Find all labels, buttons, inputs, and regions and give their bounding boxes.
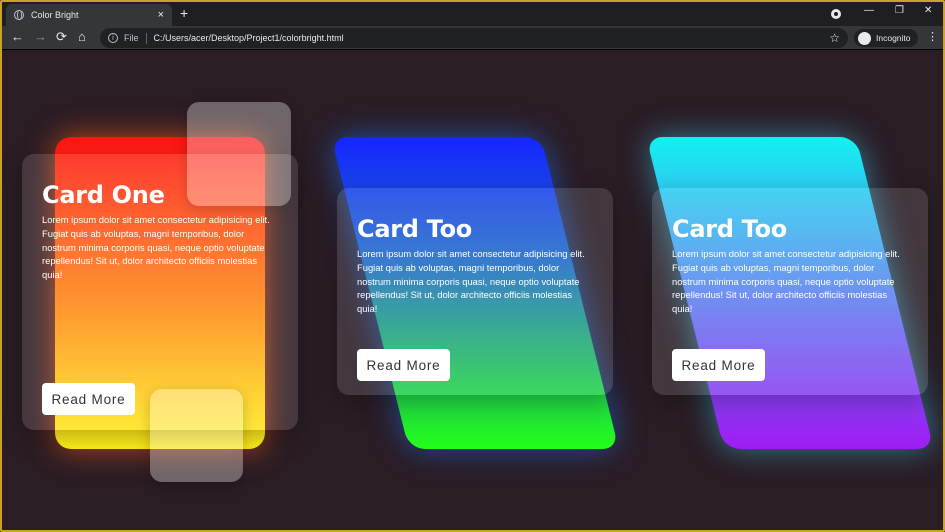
restore-icon[interactable]: ❐ [895, 5, 904, 16]
card-body: Lorem ipsum dolor sit amet consectetur a… [672, 248, 900, 315]
tab-close-icon[interactable]: × [158, 9, 164, 21]
tab-title: Color Bright [31, 10, 79, 20]
glass-square-bottom [150, 389, 243, 482]
menu-dots-icon[interactable]: ⋮ [927, 31, 938, 43]
reload-icon[interactable]: ⟳ [56, 30, 67, 44]
card-title: Card Too [672, 215, 787, 243]
incognito-label: Incognito [876, 33, 911, 43]
home-icon[interactable]: ⌂ [78, 30, 86, 44]
browser-toolbar: ← → ⟳ ⌂ i File C:/Users/acer/Desktop/Pro… [2, 26, 943, 50]
url-divider [145, 32, 147, 44]
card-title: Card Too [357, 215, 472, 243]
read-more-button[interactable]: Read More [42, 383, 135, 415]
forward-arrow-icon[interactable]: → [34, 30, 47, 44]
address-bar[interactable]: i File C:/Users/acer/Desktop/Project1/co… [100, 28, 848, 48]
back-arrow-icon[interactable]: ← [11, 30, 24, 44]
incognito-badge[interactable]: Incognito [854, 29, 918, 47]
url-scheme: File [124, 33, 139, 43]
browser-window: Color Bright × + — ❐ ✕ ← → ⟳ ⌂ i File C:… [0, 0, 945, 532]
card-body: Lorem ipsum dolor sit amet consectetur a… [357, 248, 585, 315]
minimize-icon[interactable]: — [864, 5, 874, 16]
url-text[interactable]: C:/Users/acer/Desktop/Project1/colorbrig… [154, 33, 830, 43]
close-window-icon[interactable]: ✕ [924, 5, 932, 16]
tab-strip: Color Bright × + — ❐ ✕ [2, 2, 943, 26]
media-record-icon[interactable] [831, 9, 841, 19]
info-icon[interactable]: i [108, 33, 118, 43]
tab-color-bright[interactable]: Color Bright × [6, 4, 172, 26]
incognito-icon [858, 31, 871, 45]
new-tab-button[interactable]: + [180, 6, 188, 20]
card-two: Card Too Lorem ipsum dolor sit amet cons… [337, 188, 613, 395]
page-content: Card One Lorem ipsum dolor sit amet cons… [2, 51, 943, 530]
card-three: Card Too Lorem ipsum dolor sit amet cons… [652, 188, 928, 395]
globe-icon [14, 9, 24, 20]
read-more-button[interactable]: Read More [357, 349, 450, 381]
bookmark-star-icon[interactable]: ☆ [829, 31, 840, 45]
card-body: Lorem ipsum dolor sit amet consectetur a… [42, 214, 270, 281]
card-title: Card One [42, 181, 165, 209]
read-more-button[interactable]: Read More [672, 349, 765, 381]
